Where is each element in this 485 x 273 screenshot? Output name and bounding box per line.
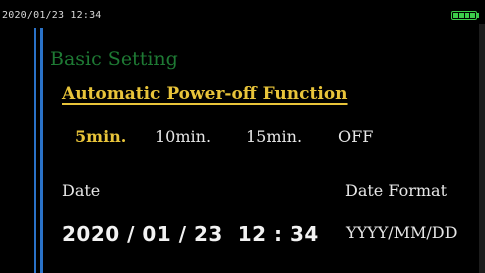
- date-value[interactable]: 2020 / 01 / 23 12 : 34: [62, 222, 319, 246]
- date-label: Date: [62, 181, 101, 200]
- accent-bar: [34, 28, 36, 273]
- option-10min[interactable]: 10min.: [155, 127, 211, 146]
- option-15min[interactable]: 15min.: [246, 127, 302, 146]
- status-bar: 2020/01/23 12:34: [0, 0, 485, 24]
- screen-edge: [479, 24, 485, 273]
- device-screen: 2020/01/23 12:34 Basic Setting Automatic…: [0, 0, 485, 273]
- accent-bar: [40, 28, 43, 273]
- option-5min[interactable]: 5min.: [75, 127, 126, 146]
- option-off[interactable]: OFF: [338, 127, 373, 146]
- function-title[interactable]: Automatic Power-off Function: [62, 84, 348, 104]
- section-title: Basic Setting: [50, 48, 178, 70]
- date-format-label: Date Format: [345, 181, 447, 200]
- battery-icon: [451, 11, 477, 20]
- battery-tip: [477, 13, 479, 18]
- date-format-value[interactable]: YYYY/MM/DD: [346, 223, 457, 242]
- status-datetime: 2020/01/23 12:34: [2, 10, 102, 21]
